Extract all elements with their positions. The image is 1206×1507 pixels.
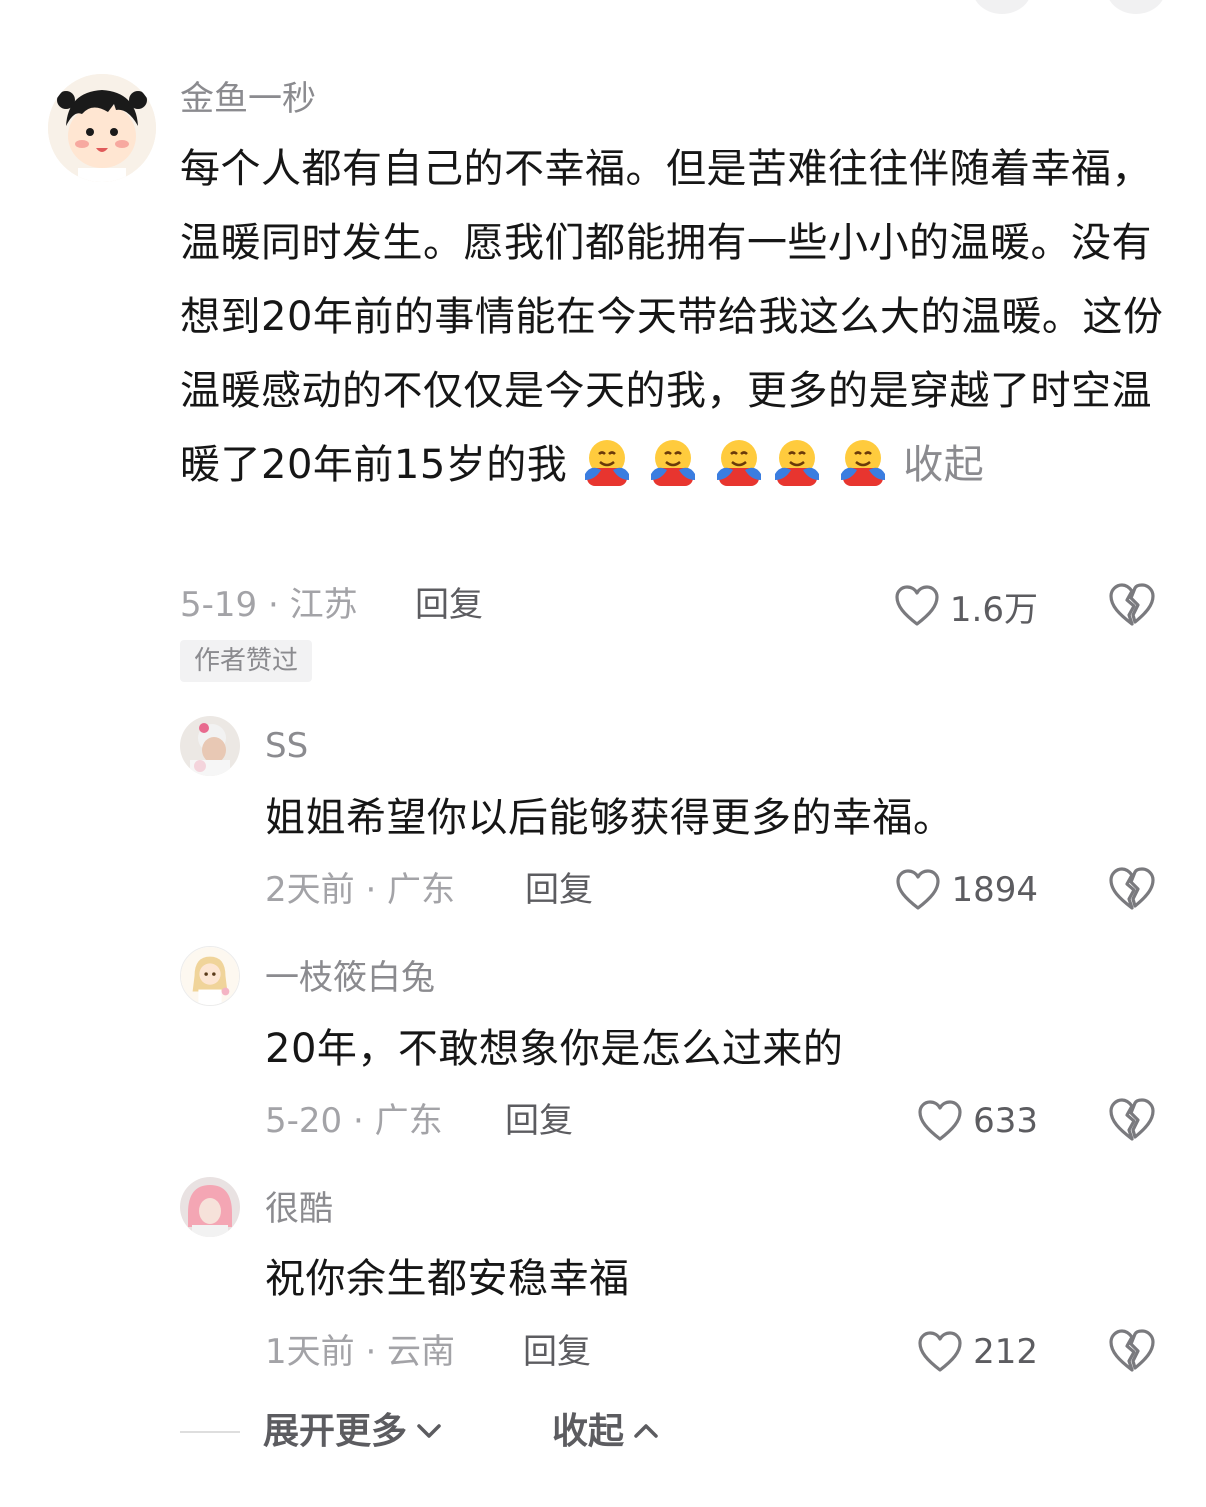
hugging-face-emoji-icon — [837, 436, 889, 488]
dislike-button[interactable] — [1108, 866, 1156, 912]
like-button[interactable]: 633 — [917, 1097, 1038, 1145]
heart-outline-icon — [896, 869, 941, 910]
reply-button[interactable]: 回复 — [415, 585, 483, 625]
reply-button[interactable]: 回复 — [523, 1332, 591, 1372]
broken-heart-icon — [1109, 1098, 1155, 1141]
reply-text: 20年，不敢想象你是怎么过来的 — [265, 1026, 844, 1072]
avatar[interactable] — [180, 716, 240, 776]
dislike-button[interactable] — [1108, 582, 1156, 628]
comment-meta: 5-19 · 江苏 — [180, 585, 358, 625]
reply-text: 姐姐希望你以后能够获得更多的幸福。 — [265, 795, 954, 841]
broken-heart-icon — [1109, 583, 1155, 626]
like-count: 1894 — [951, 870, 1038, 910]
reply-username[interactable]: 很酷 — [265, 1189, 333, 1229]
comment-username[interactable]: 金鱼一秒 — [180, 79, 316, 119]
like-count: 212 — [973, 1332, 1038, 1372]
reply-text: 祝你余生都安稳幸福 — [265, 1256, 630, 1302]
like-count: 1.6万 — [949, 589, 1038, 630]
expand-more-label: 展开更多 — [263, 1411, 408, 1452]
reply-button[interactable]: 回复 — [525, 870, 593, 910]
reply-username[interactable]: SS — [265, 726, 308, 766]
reply-button[interactable]: 回复 — [505, 1101, 573, 1141]
expand-more-button[interactable]: 展开更多 — [263, 1410, 443, 1454]
collapse-label: 收起 — [552, 1411, 625, 1452]
dislike-button[interactable] — [1108, 1328, 1156, 1374]
hugging-face-emoji-icon — [713, 436, 765, 488]
collapse-text-link[interactable]: 收起 — [903, 442, 984, 488]
like-count: 633 — [973, 1101, 1038, 1141]
heart-outline-icon — [918, 1331, 962, 1372]
avatar[interactable] — [180, 946, 240, 1006]
divider — [180, 1431, 240, 1433]
avatar[interactable] — [180, 1177, 240, 1237]
author-liked-badge: 作者赞过 — [180, 640, 313, 682]
comment-text: 每个人都有自己的不幸福。但是苦难往往伴随着幸福，温暖同时发生。愿我们都能拥有一些… — [180, 132, 1170, 502]
top-action-button-2[interactable] — [1106, 0, 1166, 14]
avatar[interactable] — [48, 74, 156, 182]
reply-meta: 1天前 · 云南 — [265, 1332, 456, 1372]
hugging-face-emoji-icon — [647, 436, 699, 488]
reply-username[interactable]: 一枝筱白兔 — [265, 958, 435, 998]
reply-meta: 5-20 · 广东 — [265, 1101, 443, 1141]
broken-heart-icon — [1109, 867, 1155, 910]
hugging-face-emoji-icon — [771, 436, 823, 488]
like-button[interactable]: 212 — [917, 1328, 1038, 1376]
reply-meta: 2天前 · 广东 — [265, 870, 456, 910]
collapse-button[interactable]: 收起 — [552, 1410, 660, 1454]
hugging-face-emoji-icon — [581, 436, 633, 488]
broken-heart-icon — [1109, 1329, 1155, 1372]
heart-outline-icon — [918, 1100, 962, 1141]
like-button[interactable]: 1894 — [895, 866, 1038, 914]
top-action-button-1[interactable] — [972, 0, 1032, 14]
heart-outline-icon — [895, 585, 939, 626]
chevron-up-icon — [634, 1424, 658, 1438]
like-button[interactable]: 1.6万 — [894, 582, 1038, 630]
chevron-down-icon — [417, 1424, 441, 1438]
dislike-button[interactable] — [1108, 1097, 1156, 1143]
